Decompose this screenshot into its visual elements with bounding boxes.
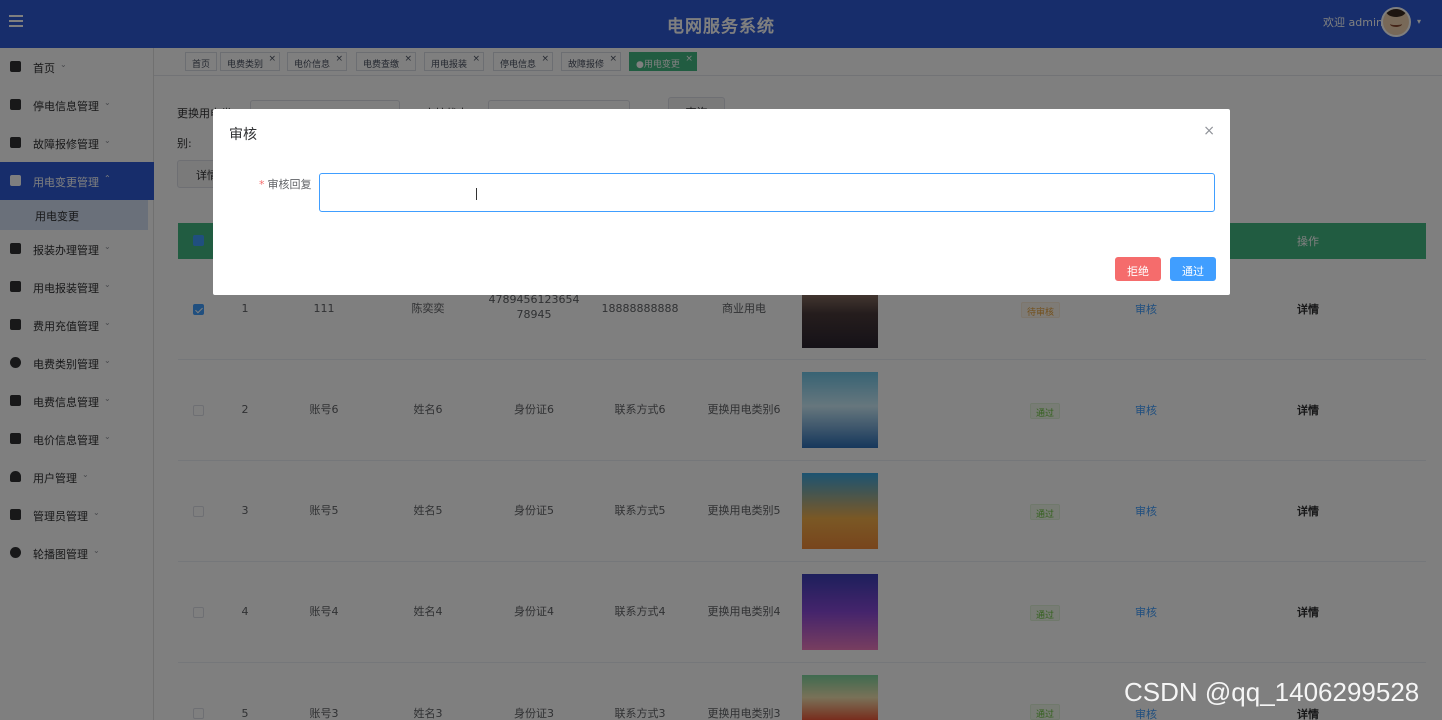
required-mark: * bbox=[259, 178, 265, 191]
reply-label-text: 审核回复 bbox=[267, 178, 312, 191]
modal-overlay[interactable] bbox=[0, 0, 1442, 720]
watermark-text: CSDN @qq_1406299528 bbox=[1124, 677, 1420, 707]
reply-label: * 审核回复 bbox=[259, 176, 312, 192]
audit-dialog: 审核 × * 审核回复 拒绝 通过 bbox=[213, 109, 1230, 295]
dialog-title: 审核 bbox=[229, 127, 257, 143]
close-icon[interactable]: × bbox=[1203, 123, 1215, 139]
text-cursor-icon bbox=[476, 188, 482, 200]
pass-button[interactable]: 通过 bbox=[1170, 257, 1216, 281]
audit-reply-textarea[interactable] bbox=[319, 173, 1215, 212]
reject-button[interactable]: 拒绝 bbox=[1115, 257, 1161, 281]
